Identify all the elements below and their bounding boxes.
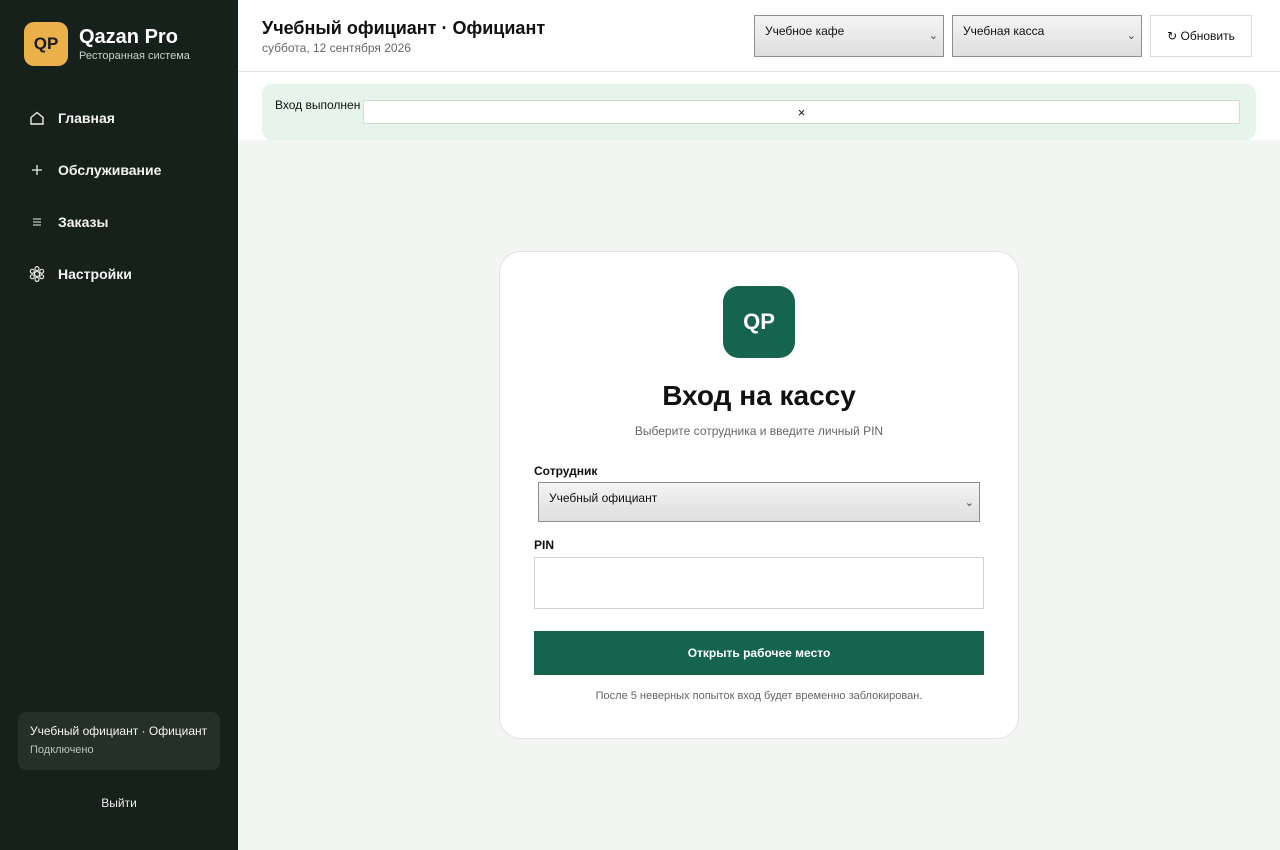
sidebar-item-label: Главная	[58, 110, 115, 126]
sidebar-item-home[interactable]: Главная	[0, 92, 238, 144]
list-icon	[28, 213, 46, 231]
refresh-button[interactable]: ↻ Обновить	[1150, 15, 1252, 57]
pin-input[interactable]	[534, 557, 984, 609]
cash-register-select-value: Учебная касса	[963, 24, 1045, 38]
top-header: Учебный официант · Официант суббота, 12 …	[238, 0, 1280, 72]
sidebar-item-label: Обслуживание	[58, 162, 162, 178]
page-date: суббота, 12 сентября 2026	[262, 41, 411, 55]
brand: QP Qazan Pro Ресторанная система	[24, 22, 190, 66]
home-icon	[28, 109, 46, 127]
sidebar-item-label: Заказы	[58, 214, 109, 230]
gear-icon	[28, 265, 46, 283]
cafe-select[interactable]: Учебное кафе ⌄	[754, 15, 944, 57]
notice-text: Вход выполнен	[275, 98, 361, 112]
logout-button[interactable]: Выйти	[0, 796, 238, 810]
chevron-down-icon: ⌄	[1126, 30, 1136, 42]
notice-area: Вход выполнен ×	[238, 72, 1280, 140]
connection-status: Подключено	[30, 744, 94, 756]
login-logo: QP	[723, 286, 795, 358]
employee-select[interactable]: Учебный официант ⌄	[538, 482, 980, 522]
sidebar-item-label: Настройки	[58, 266, 132, 282]
notice-close-button[interactable]: ×	[363, 100, 1240, 124]
login-card: QP Вход на кассу Выберите сотрудника и в…	[499, 251, 1019, 739]
sidebar-item-orders[interactable]: Заказы	[0, 196, 238, 248]
chevron-down-icon: ⌄	[964, 497, 974, 509]
page-title: Учебный официант · Официант	[262, 18, 546, 38]
sidebar-item-settings[interactable]: Настройки	[0, 248, 238, 300]
employee-select-value: Учебный официант	[549, 491, 658, 505]
lockout-note: После 5 неверных попыток вход будет врем…	[595, 690, 923, 702]
open-workplace-button[interactable]: Открыть рабочее место	[534, 631, 984, 675]
brand-logo: QP	[24, 22, 68, 66]
user-card: Учебный официант · Официант Подключено	[18, 712, 220, 770]
pin-label: PIN	[534, 538, 555, 552]
sidebar-nav: Главная Обслуживание Заказы Настройки	[0, 92, 238, 300]
chevron-down-icon: ⌄	[928, 30, 938, 42]
cash-register-select[interactable]: Учебная касса ⌄	[952, 15, 1142, 57]
employee-label: Сотрудник	[534, 464, 598, 478]
login-subtitle: Выберите сотрудника и введите личный PIN	[634, 424, 884, 438]
brand-subtitle: Ресторанная система	[79, 50, 190, 62]
cafe-select-value: Учебное кафе	[765, 24, 845, 38]
brand-name: Qazan Pro	[79, 26, 178, 48]
login-title: Вход на кассу	[662, 380, 856, 411]
plus-icon	[28, 161, 46, 179]
sidebar: QP Qazan Pro Ресторанная система Главная…	[0, 0, 238, 850]
sidebar-item-service[interactable]: Обслуживание	[0, 144, 238, 196]
user-name: Учебный официант · Официант	[30, 724, 208, 738]
success-notice: Вход выполнен ×	[262, 84, 1256, 140]
